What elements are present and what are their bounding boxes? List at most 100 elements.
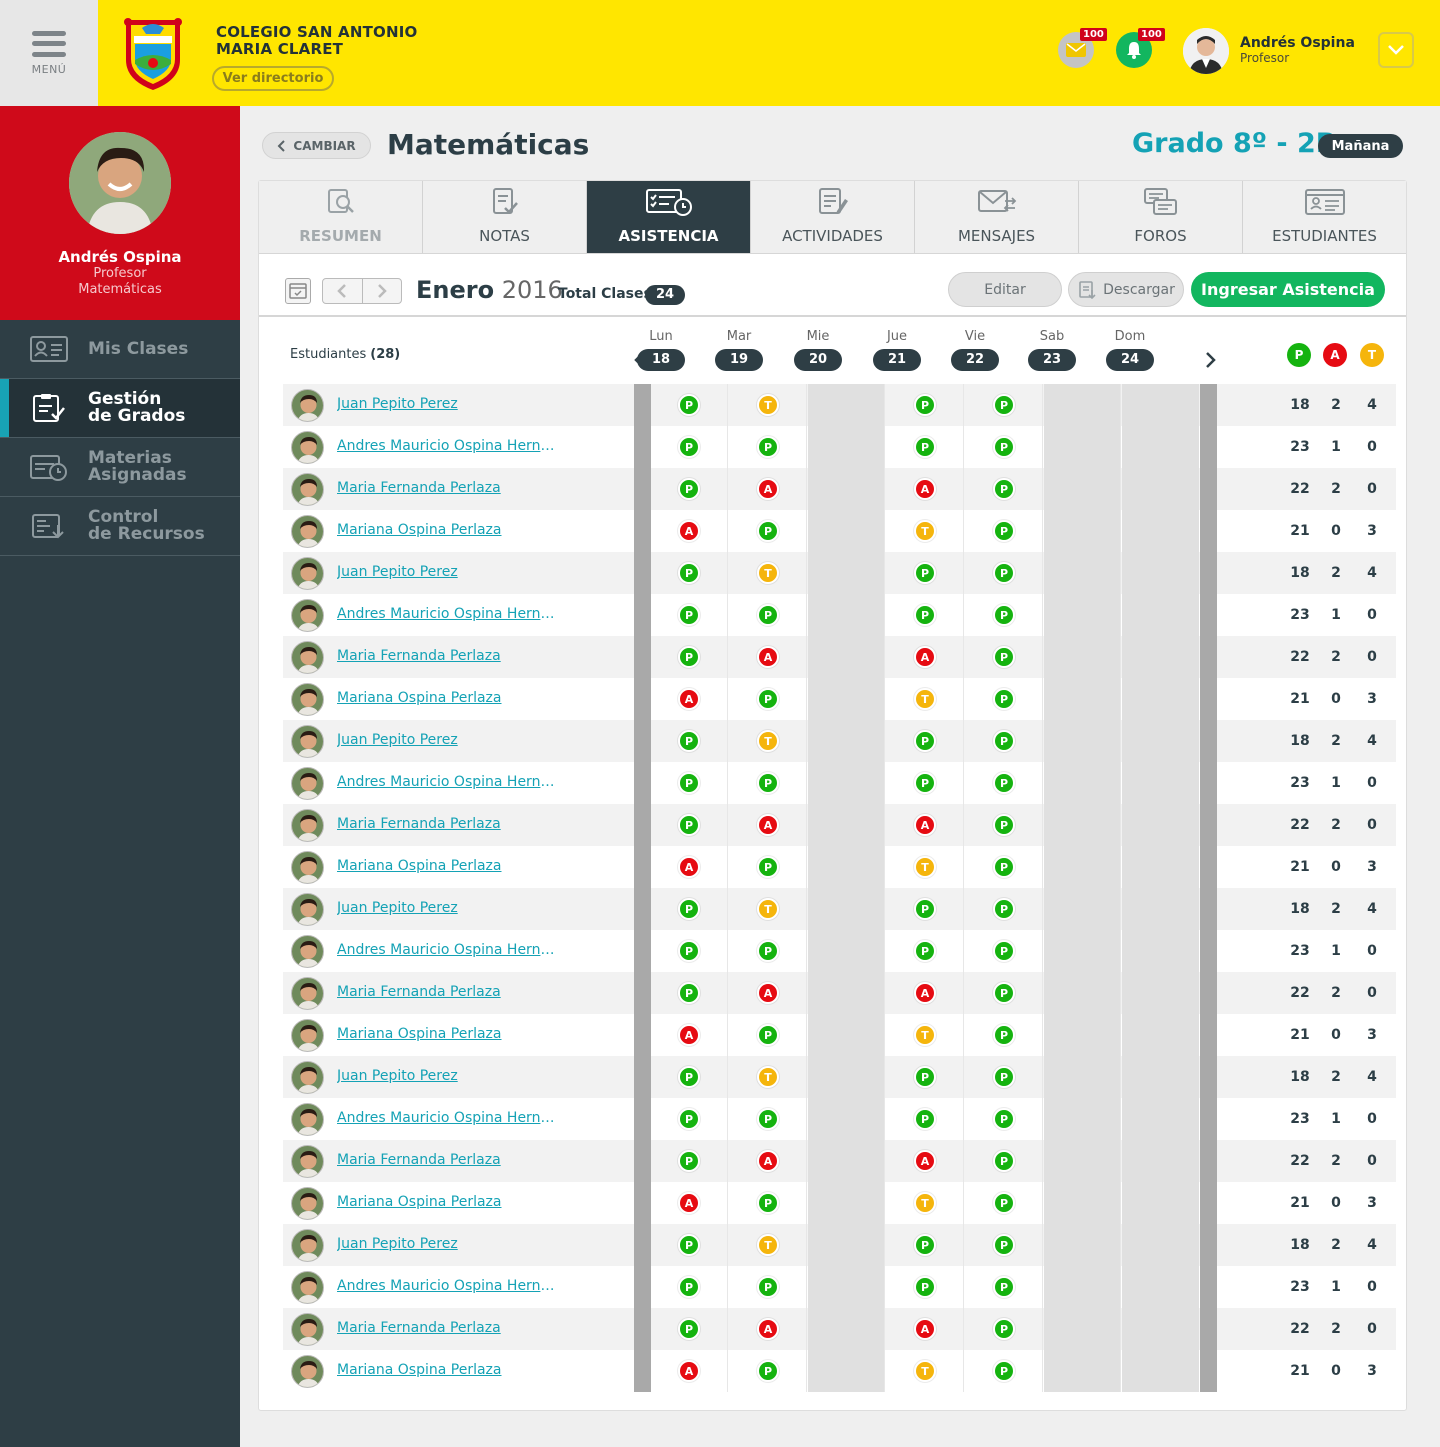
attendance-mark-p[interactable]: P <box>993 604 1015 626</box>
attendance-cell[interactable] <box>808 678 885 720</box>
attendance-cell[interactable]: P <box>730 1014 807 1056</box>
attendance-cell[interactable] <box>808 1098 885 1140</box>
menu-button[interactable]: MENÚ <box>0 0 98 106</box>
calendar-button[interactable] <box>285 278 311 304</box>
attendance-cell[interactable]: P <box>966 1350 1043 1392</box>
student-name-link[interactable]: Juan Pepito Perez <box>337 396 458 412</box>
attendance-cell[interactable]: P <box>730 1182 807 1224</box>
attendance-cell[interactable]: P <box>966 762 1043 804</box>
attendance-mark-a[interactable]: A <box>914 1150 936 1172</box>
attendance-cell[interactable] <box>1122 510 1199 552</box>
attendance-mark-t[interactable]: T <box>757 562 779 584</box>
attendance-mark-p[interactable]: P <box>678 772 700 794</box>
attendance-cell[interactable]: P <box>966 1098 1043 1140</box>
attendance-cell[interactable]: P <box>887 762 964 804</box>
day-date-badge[interactable]: 19 <box>715 349 763 371</box>
attendance-mark-p[interactable]: P <box>993 688 1015 710</box>
attendance-cell[interactable] <box>1122 426 1199 468</box>
attendance-cell[interactable]: P <box>966 384 1043 426</box>
student-name-link[interactable]: Andres Mauricio Ospina Hernan... <box>337 606 561 622</box>
attendance-cell[interactable] <box>1044 762 1121 804</box>
attendance-mark-p[interactable]: P <box>993 898 1015 920</box>
attendance-cell[interactable]: A <box>730 804 807 846</box>
attendance-cell[interactable]: P <box>966 1014 1043 1056</box>
attendance-cell[interactable] <box>1044 510 1121 552</box>
attendance-cell[interactable]: P <box>887 888 964 930</box>
attendance-cell[interactable] <box>808 552 885 594</box>
attendance-mark-a[interactable]: A <box>757 646 779 668</box>
attendance-cell[interactable] <box>808 720 885 762</box>
attendance-cell[interactable] <box>808 888 885 930</box>
attendance-mark-a[interactable]: A <box>914 982 936 1004</box>
attendance-cell[interactable] <box>808 384 885 426</box>
tab-estudiantes[interactable]: ESTUDIANTES <box>1243 181 1406 253</box>
attendance-cell[interactable] <box>1122 1308 1199 1350</box>
attendance-cell[interactable]: T <box>730 888 807 930</box>
attendance-cell[interactable] <box>1044 1266 1121 1308</box>
attendance-mark-p[interactable]: P <box>914 436 936 458</box>
attendance-cell[interactable] <box>1044 1224 1121 1266</box>
attendance-cell[interactable] <box>1044 384 1121 426</box>
attendance-mark-p[interactable]: P <box>993 1276 1015 1298</box>
attendance-mark-p[interactable]: P <box>678 646 700 668</box>
attendance-cell[interactable]: A <box>887 1308 964 1350</box>
attendance-mark-p[interactable]: P <box>757 436 779 458</box>
attendance-mark-t[interactable]: T <box>914 1360 936 1382</box>
tab-foros[interactable]: FOROS <box>1079 181 1243 253</box>
attendance-cell[interactable]: T <box>887 678 964 720</box>
attendance-mark-p[interactable]: P <box>993 1192 1015 1214</box>
attendance-cell[interactable] <box>1122 1350 1199 1392</box>
attendance-mark-a[interactable]: A <box>757 1318 779 1340</box>
attendance-mark-a[interactable]: A <box>678 688 700 710</box>
attendance-mark-p[interactable]: P <box>678 478 700 500</box>
attendance-cell[interactable]: P <box>966 846 1043 888</box>
attendance-cell[interactable] <box>808 1224 885 1266</box>
attendance-cell[interactable]: P <box>966 678 1043 720</box>
attendance-mark-p[interactable]: P <box>757 520 779 542</box>
attendance-cell[interactable]: P <box>887 426 964 468</box>
attendance-mark-p[interactable]: P <box>678 898 700 920</box>
student-name-link[interactable]: Maria Fernanda Perlaza <box>337 816 501 832</box>
attendance-mark-t[interactable]: T <box>914 856 936 878</box>
attendance-mark-p[interactable]: P <box>993 814 1015 836</box>
attendance-cell[interactable]: A <box>887 636 964 678</box>
attendance-cell[interactable] <box>808 1308 885 1350</box>
attendance-mark-p[interactable]: P <box>914 940 936 962</box>
attendance-cell[interactable]: A <box>651 678 728 720</box>
attendance-cell[interactable] <box>1044 930 1121 972</box>
sidebar-item-control-de-recursos[interactable]: Control de Recursos <box>0 497 240 556</box>
attendance-cell[interactable] <box>1122 678 1199 720</box>
attendance-cell[interactable]: P <box>651 1140 728 1182</box>
attendance-mark-a[interactable]: A <box>757 478 779 500</box>
attendance-cell[interactable]: A <box>730 1140 807 1182</box>
attendance-mark-t[interactable]: T <box>914 520 936 542</box>
attendance-mark-a[interactable]: A <box>757 1150 779 1172</box>
attendance-cell[interactable]: A <box>651 1014 728 1056</box>
attendance-mark-t[interactable]: T <box>757 394 779 416</box>
attendance-cell[interactable] <box>1122 552 1199 594</box>
attendance-cell[interactable]: P <box>651 1266 728 1308</box>
attendance-mark-p[interactable]: P <box>914 562 936 584</box>
attendance-cell[interactable]: A <box>887 1140 964 1182</box>
attendance-cell[interactable] <box>1044 1182 1121 1224</box>
attendance-mark-p[interactable]: P <box>993 562 1015 584</box>
student-name-link[interactable]: Andres Mauricio Ospina Hernan... <box>337 1278 561 1294</box>
attendance-cell[interactable] <box>1122 720 1199 762</box>
attendance-cell[interactable] <box>1122 846 1199 888</box>
student-name-link[interactable]: Juan Pepito Perez <box>337 1236 458 1252</box>
attendance-mark-p[interactable]: P <box>757 1024 779 1046</box>
attendance-mark-p[interactable]: P <box>757 1360 779 1382</box>
attendance-cell[interactable] <box>808 804 885 846</box>
attendance-cell[interactable] <box>1044 636 1121 678</box>
attendance-cell[interactable] <box>1122 1056 1199 1098</box>
attendance-cell[interactable] <box>1044 804 1121 846</box>
student-name-link[interactable]: Juan Pepito Perez <box>337 732 458 748</box>
attendance-cell[interactable]: P <box>730 1098 807 1140</box>
attendance-cell[interactable]: P <box>651 762 728 804</box>
attendance-mark-p[interactable]: P <box>914 1108 936 1130</box>
attendance-cell[interactable]: P <box>887 720 964 762</box>
student-name-link[interactable]: Maria Fernanda Perlaza <box>337 480 501 496</box>
attendance-cell[interactable]: P <box>966 1056 1043 1098</box>
student-name-link[interactable]: Juan Pepito Perez <box>337 900 458 916</box>
attendance-cell[interactable] <box>1044 678 1121 720</box>
